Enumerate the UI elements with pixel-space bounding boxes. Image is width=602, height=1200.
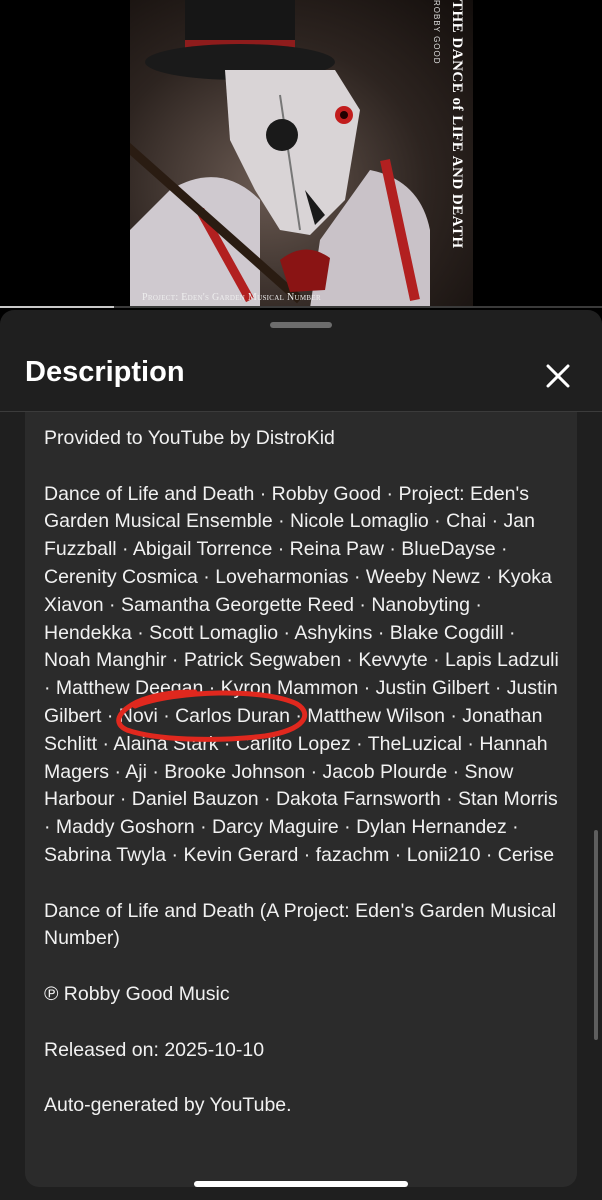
close-icon: [546, 364, 570, 388]
scrollbar[interactable]: [594, 830, 598, 1040]
description-card: Provided to YouTube by DistroKid Dance o…: [25, 412, 577, 1187]
credits-text: Dance of Life and Death · Robby Good · P…: [44, 482, 559, 866]
art-title-text: THE DANCE of LIFE AND DEATH: [449, 0, 465, 249]
release-date-text: Released on: 2025-10-10: [44, 1038, 265, 1061]
provided-by-text: Provided to YouTube by DistroKid: [44, 427, 335, 449]
track-title-text: Dance of Life and Death (A Project: Eden…: [44, 899, 557, 950]
auto-generated-text: Auto-generated by YouTube.: [44, 1094, 292, 1117]
video-player[interactable]: ROBBY GOOD THE DANCE of LIFE AND DEATH P…: [0, 0, 602, 308]
description-text: Provided to YouTube by DistroKid Dance o…: [44, 425, 564, 1148]
album-artwork: ROBBY GOOD THE DANCE of LIFE AND DEATH P…: [130, 0, 473, 308]
close-button[interactable]: [538, 356, 578, 396]
progress-bar[interactable]: [0, 306, 602, 308]
sheet-title: Description: [25, 356, 185, 388]
progress-fill: [0, 306, 115, 308]
character-illustration: [130, 0, 430, 308]
home-indicator[interactable]: [194, 1181, 408, 1187]
art-caption: Project: Eden's Garden Musical Number: [142, 292, 321, 303]
copyright-text: ℗ Robby Good Music: [44, 982, 230, 1005]
drag-handle[interactable]: [270, 322, 332, 328]
art-artist-text: ROBBY GOOD: [432, 0, 441, 65]
description-sheet: Description Provided to YouTube by Distr…: [0, 310, 602, 1200]
